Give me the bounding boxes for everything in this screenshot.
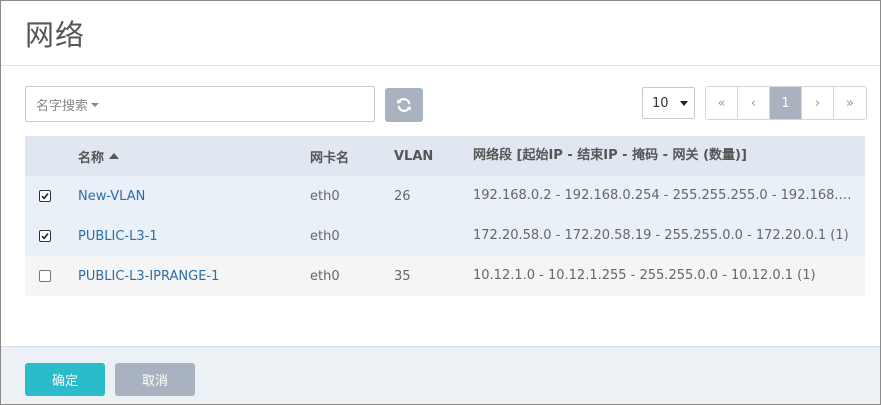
network-table: 名称 网卡名 VLAN 网络段 [起始IP - 结束IP - 掩码 - 网关 (… [25, 136, 865, 296]
sort-asc-icon [109, 153, 120, 159]
network-name-link[interactable]: PUBLIC-L3-1 [78, 229, 158, 244]
column-header-vlan: VLAN [394, 148, 434, 164]
refresh-button[interactable] [385, 88, 423, 122]
refresh-icon [397, 98, 411, 112]
search-field-label[interactable]: 名字搜索 [36, 95, 88, 114]
table-row[interactable]: New-VLAN eth0 26 192.168.0.2 - 192.168.0… [25, 176, 865, 216]
cancel-button[interactable]: 取消 [115, 363, 195, 396]
dialog-footer: 确定 取消 [1, 346, 880, 404]
next-page-button[interactable]: › [802, 87, 834, 119]
row-vlan: 26 [394, 188, 411, 204]
dialog-title: 网络 [25, 18, 86, 52]
checkbox-checked[interactable] [39, 230, 51, 242]
column-header-range: 网络段 [起始IP - 结束IP - 掩码 - 网关 (数量)] [473, 148, 747, 163]
prev-page-button[interactable]: ‹ [738, 87, 770, 119]
confirm-button[interactable]: 确定 [25, 363, 105, 396]
row-checkbox[interactable] [39, 256, 53, 296]
column-header-name[interactable]: 名称 [78, 136, 298, 176]
network-name-link[interactable]: New-VLAN [78, 189, 145, 204]
page-size-value: 10 [652, 95, 669, 111]
dialog-header: 网络 [1, 1, 880, 66]
row-nic: eth0 [310, 228, 340, 244]
row-checkbox[interactable] [39, 216, 53, 256]
table-row[interactable]: PUBLIC-L3-1 eth0 172.20.58.0 - 172.20.58… [25, 216, 865, 256]
checkbox-checked[interactable] [39, 190, 51, 202]
table-row[interactable]: PUBLIC-L3-IPRANGE-1 eth0 35 10.12.1.0 - … [25, 256, 865, 296]
row-range: 192.168.0.2 - 192.168.0.254 - 255.255.25… [473, 188, 857, 203]
caret-down-icon[interactable] [91, 103, 100, 107]
row-range: 10.12.1.0 - 10.12.1.255 - 255.255.0.0 - … [473, 268, 816, 283]
row-range: 172.20.58.0 - 172.20.58.19 - 255.255.0.0… [473, 228, 849, 243]
row-vlan: 35 [394, 268, 411, 284]
row-checkbox[interactable] [39, 176, 53, 216]
row-name[interactable]: PUBLIC-L3-1 [78, 216, 298, 256]
checkbox-unchecked[interactable] [39, 270, 51, 282]
last-page-button[interactable]: » [834, 87, 866, 119]
row-nic: eth0 [310, 268, 340, 284]
checkmark-icon [41, 193, 49, 200]
column-header-name-label: 名称 [78, 150, 105, 166]
caret-down-icon [680, 101, 688, 106]
pagination: « ‹ 1 › » [705, 86, 867, 120]
search-input[interactable]: 名字搜索 [25, 86, 375, 122]
row-name[interactable]: PUBLIC-L3-IPRANGE-1 [78, 256, 298, 296]
page-size-select[interactable]: 10 [642, 87, 695, 119]
network-dialog: 网络 名字搜索 10 « ‹ 1 › » 名称 网卡名 VLAN 网络段 [起始… [0, 0, 881, 405]
current-page-button[interactable]: 1 [770, 87, 802, 119]
table-header: 名称 网卡名 VLAN 网络段 [起始IP - 结束IP - 掩码 - 网关 (… [25, 136, 865, 176]
column-header-nic: 网卡名 [310, 150, 350, 166]
first-page-button[interactable]: « [706, 87, 738, 119]
row-name[interactable]: New-VLAN [78, 176, 298, 216]
network-name-link[interactable]: PUBLIC-L3-IPRANGE-1 [78, 269, 219, 284]
row-nic: eth0 [310, 188, 340, 204]
checkmark-icon [41, 233, 49, 240]
row-vlan [394, 216, 464, 256]
